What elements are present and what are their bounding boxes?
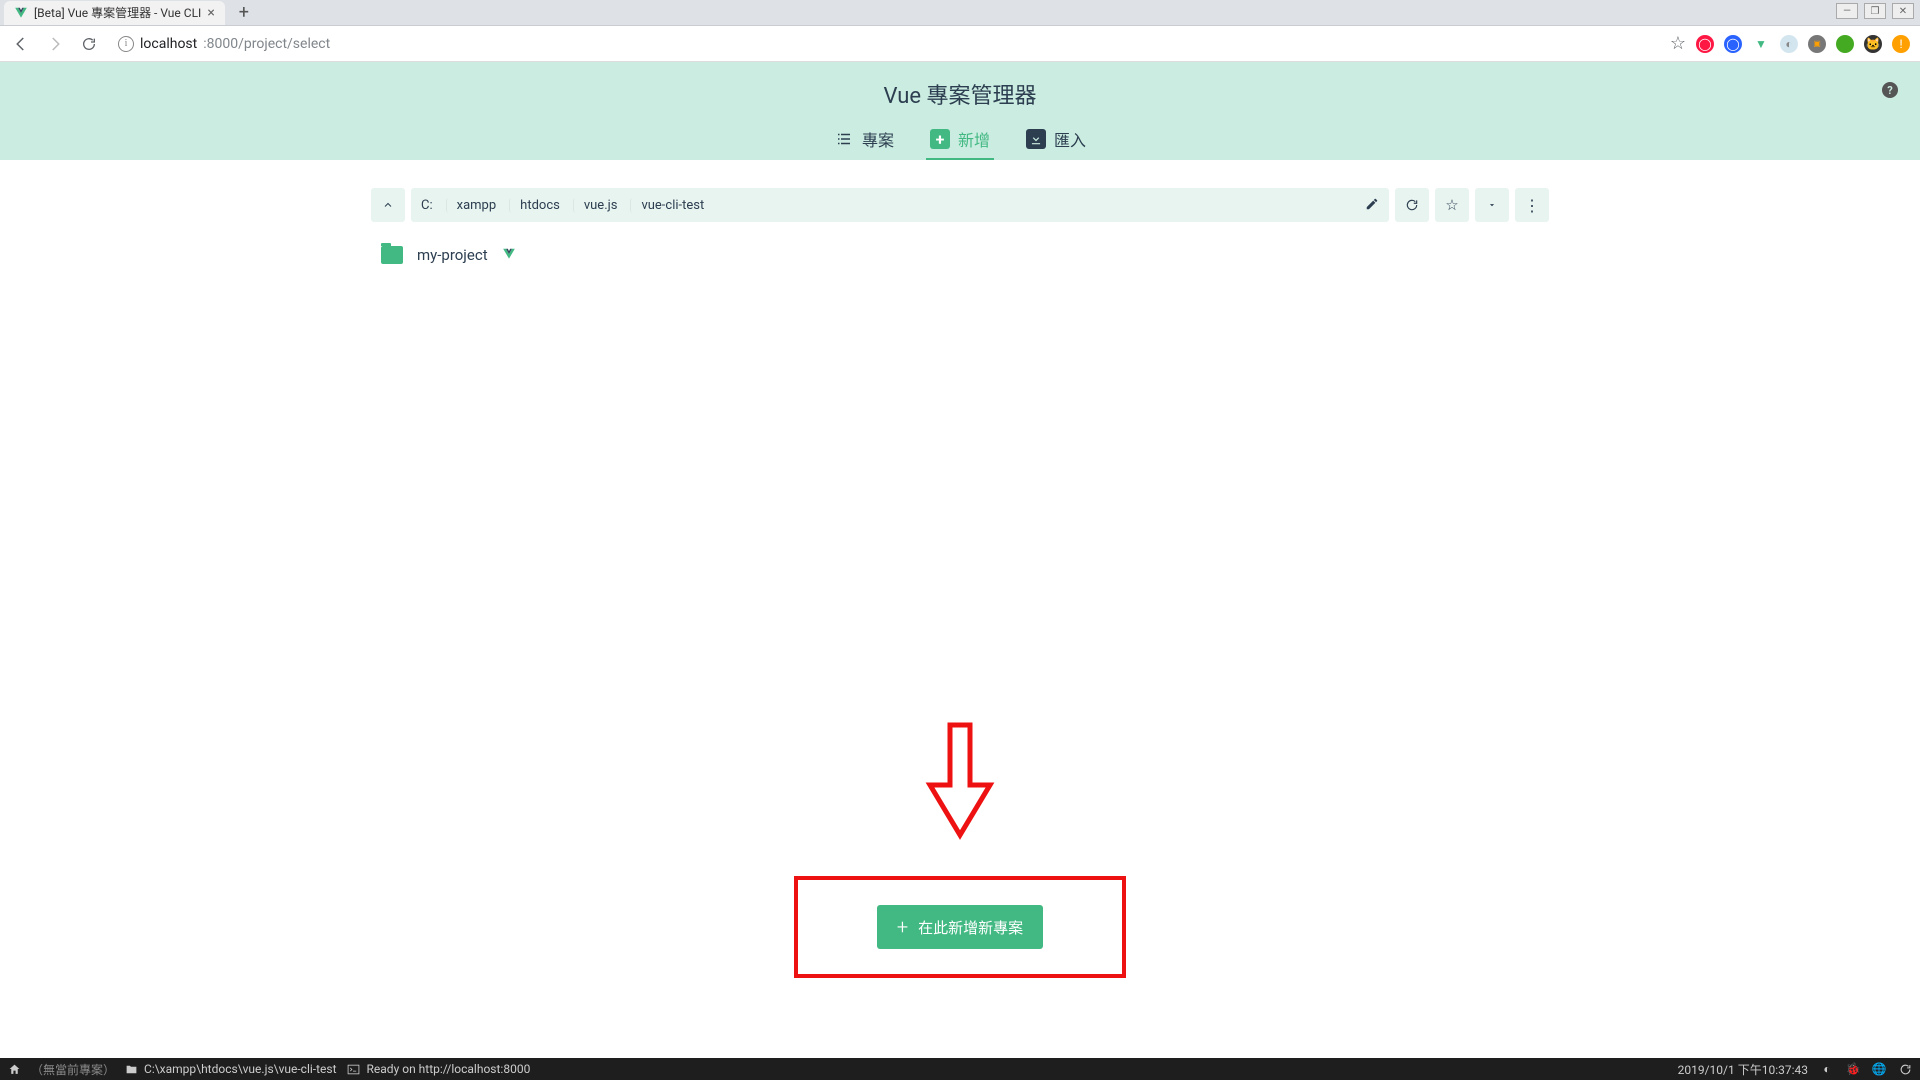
home-button[interactable]	[8, 1063, 21, 1076]
url-path: :8000/project/select	[203, 36, 330, 52]
annotation-highlight-box: + 在此新增新專案	[794, 876, 1126, 978]
edit-path-icon[interactable]	[1365, 196, 1389, 215]
extension-icon[interactable]: !	[1892, 35, 1910, 53]
tab-create[interactable]: + 新增	[926, 120, 994, 160]
translate-icon[interactable]: 🌐	[1872, 1062, 1886, 1076]
reload-button[interactable]	[74, 29, 104, 59]
extension-icon[interactable]: ◯	[1696, 35, 1714, 53]
tab-import[interactable]: 匯入	[1022, 120, 1090, 160]
extension-icon[interactable]	[1836, 35, 1854, 53]
terminal-icon	[347, 1062, 361, 1076]
back-button[interactable]	[6, 29, 36, 59]
tab-projects[interactable]: 專案	[830, 120, 898, 160]
status-bar: （無當前專案） C:\xampp\htdocs\vue.js\vue-cli-t…	[0, 1058, 1920, 1080]
toolbar-right: ☆ ◯ ◯ ▼ ◐ ▣ 🐱 !	[1666, 33, 1914, 54]
bug-icon[interactable]: 🐞	[1846, 1062, 1860, 1076]
minimize-button[interactable]: —	[1836, 3, 1858, 19]
parent-folder-button[interactable]	[371, 188, 405, 222]
page-title: Vue 專案管理器	[884, 62, 1037, 120]
refresh-button[interactable]	[1395, 188, 1429, 222]
close-tab-icon[interactable]: ×	[207, 5, 214, 21]
breadcrumb-segment[interactable]: vue-cli-test	[630, 198, 714, 213]
cwd-path: C:\xampp\htdocs\vue.js\vue-cli-test	[144, 1062, 337, 1076]
breadcrumb-segment[interactable]: vue.js	[573, 198, 628, 213]
tab-label: 匯入	[1054, 127, 1086, 151]
folder-icon	[381, 246, 403, 264]
vue-logo-icon	[14, 6, 28, 20]
import-icon	[1026, 129, 1046, 149]
refresh-api-icon[interactable]	[1898, 1062, 1912, 1076]
breadcrumb: C: xampp htdocs vue.js vue-cli-test	[411, 188, 1389, 222]
extension-icon[interactable]: ▼	[1752, 35, 1770, 53]
address-bar[interactable]: i localhost :8000/project/select	[108, 30, 1662, 58]
annotation-arrow-icon	[925, 720, 995, 840]
folder-list: my-project	[371, 238, 1549, 272]
breadcrumb-segment[interactable]: C:	[411, 198, 443, 213]
plus-icon: +	[897, 915, 908, 939]
status-timestamp: 2019/10/1 下午10:37:43	[1678, 1061, 1808, 1078]
server-status[interactable]: Ready on http://localhost:8000	[347, 1062, 531, 1076]
current-project-label: （無當前專案）	[31, 1061, 115, 1078]
forward-button[interactable]	[40, 29, 70, 59]
header-tabs: 專案 + 新增 匯入	[830, 120, 1090, 160]
ready-text: Ready on http://localhost:8000	[367, 1062, 531, 1076]
vue-badge-icon	[502, 247, 516, 264]
plus-box-icon: +	[930, 129, 950, 149]
theme-icon[interactable]: ◐	[1820, 1062, 1834, 1076]
create-button-label: 在此新增新專案	[918, 917, 1023, 938]
tab-label: 專案	[862, 127, 894, 151]
cwd-indicator[interactable]: C:\xampp\htdocs\vue.js\vue-cli-test	[125, 1062, 337, 1076]
new-tab-button[interactable]: +	[231, 2, 257, 24]
bookmark-star-icon[interactable]: ☆	[1670, 33, 1686, 54]
browser-tab-strip: [Beta] Vue 專案管理器 - Vue CLI × + — ❐ ✕	[0, 0, 1920, 26]
url-host: localhost	[140, 36, 197, 52]
list-icon	[834, 129, 854, 149]
breadcrumb-segment[interactable]: htdocs	[509, 198, 570, 213]
extension-icon[interactable]: ◐	[1780, 35, 1798, 53]
favorites-dropdown[interactable]	[1475, 188, 1509, 222]
browser-toolbar: i localhost :8000/project/select ☆ ◯ ◯ ▼ …	[0, 26, 1920, 62]
close-window-button[interactable]: ✕	[1892, 3, 1914, 19]
extension-icon[interactable]: ▣	[1808, 35, 1826, 53]
extension-icon[interactable]: ◯	[1724, 35, 1742, 53]
more-menu-button[interactable]: ⋮	[1515, 188, 1549, 222]
main-content: C: xampp htdocs vue.js vue-cli-test ☆ ⋮ …	[0, 160, 1920, 1058]
breadcrumb-segment[interactable]: xampp	[446, 198, 507, 213]
window-controls: — ❐ ✕	[1836, 3, 1914, 19]
folder-name: my-project	[417, 246, 488, 264]
path-toolbar: C: xampp htdocs vue.js vue-cli-test ☆ ⋮	[371, 188, 1549, 222]
help-icon[interactable]: ?	[1882, 82, 1898, 98]
site-info-icon[interactable]: i	[118, 36, 134, 52]
folder-item[interactable]: my-project	[371, 238, 1549, 272]
favorite-button[interactable]: ☆	[1435, 188, 1469, 222]
app-header: Vue 專案管理器 ? 專案 + 新增 匯入	[0, 62, 1920, 160]
tab-label: 新增	[958, 127, 990, 151]
create-project-button[interactable]: + 在此新增新專案	[877, 905, 1043, 949]
tab-title: [Beta] Vue 專案管理器 - Vue CLI	[34, 4, 201, 21]
maximize-button[interactable]: ❐	[1864, 3, 1886, 19]
browser-tab[interactable]: [Beta] Vue 專案管理器 - Vue CLI ×	[4, 1, 225, 25]
profile-avatar-icon[interactable]: 🐱	[1864, 35, 1882, 53]
